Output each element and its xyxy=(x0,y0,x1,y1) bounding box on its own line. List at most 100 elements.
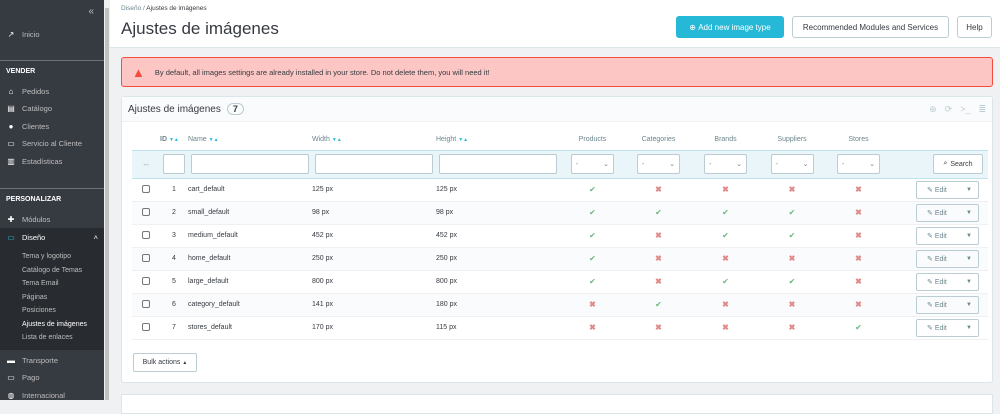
sidebar-item-transporte[interactable]: ▬ Transporte xyxy=(6,353,58,367)
submenu-item-5[interactable]: Ajustes de imágenes xyxy=(22,321,87,328)
sidebar-scrollbar[interactable] xyxy=(104,0,110,400)
edit-button[interactable]: ✎ Edit ▼ xyxy=(916,180,979,199)
refresh-icon[interactable]: ⟳ xyxy=(945,104,953,115)
filter-height-input[interactable] xyxy=(439,154,557,174)
caret-down-icon[interactable]: ▼ xyxy=(960,256,978,262)
search-button[interactable]: ⌕ Search xyxy=(933,154,983,174)
filter-categories-select[interactable]: - ⌄ xyxy=(637,154,680,174)
sidebar-item-diseno[interactable]: ▭ Diseño ˄ xyxy=(6,230,98,244)
row-checkbox[interactable] xyxy=(142,230,150,239)
caret-down-icon[interactable]: ▼ xyxy=(960,233,978,239)
sort-icon[interactable]: ▼▲ xyxy=(332,137,342,143)
cross-icon-suppliers[interactable]: ✖ xyxy=(789,185,796,194)
submenu-item-6[interactable]: Lista de enlaces xyxy=(22,334,73,341)
check-icon-products[interactable]: ✔ xyxy=(589,277,596,286)
breadcrumb-diseno[interactable]: Diseño xyxy=(121,5,141,12)
check-icon-products[interactable]: ✔ xyxy=(589,185,596,194)
cross-icon-suppliers[interactable]: ✖ xyxy=(789,300,796,309)
row-checkbox[interactable] xyxy=(142,184,150,193)
cross-icon-categories[interactable]: ✖ xyxy=(655,277,662,286)
label: Diseño xyxy=(22,232,46,242)
collapse-sidebar-icon[interactable]: « xyxy=(88,6,94,17)
sidebar-item-pago[interactable]: ▭ Pago xyxy=(6,371,39,385)
recommended-modules-button[interactable]: Recommended Modules and Services xyxy=(792,16,949,38)
cross-icon-stores[interactable]: ✖ xyxy=(855,254,862,263)
cross-icon-brands[interactable]: ✖ xyxy=(722,185,729,194)
cross-icon-products[interactable]: ✖ xyxy=(589,323,596,332)
sidebar-item-1[interactable]: ▤ Catálogo xyxy=(6,102,52,116)
sort-icon[interactable]: ▼▲ xyxy=(458,137,468,143)
row-checkbox[interactable] xyxy=(142,276,150,285)
check-icon-stores[interactable]: ✔ xyxy=(855,323,862,332)
filter-id-input[interactable] xyxy=(163,154,185,174)
check-icon-products[interactable]: ✔ xyxy=(589,254,596,263)
edit-button[interactable]: ✎ Edit ▼ xyxy=(916,226,979,245)
filter-width-input[interactable] xyxy=(315,154,433,174)
cross-icon-categories[interactable]: ✖ xyxy=(655,185,662,194)
terminal-icon[interactable]: >_ xyxy=(960,104,970,115)
cross-icon-stores[interactable]: ✖ xyxy=(855,300,862,309)
sidebar-item-0[interactable]: ⌂ Pedidos xyxy=(6,84,50,98)
check-icon-categories[interactable]: ✔ xyxy=(655,208,662,217)
cross-icon-stores[interactable]: ✖ xyxy=(855,185,862,194)
edit-button[interactable]: ✎ Edit ▼ xyxy=(916,272,979,291)
check-icon-brands[interactable]: ✔ xyxy=(722,208,729,217)
filter-products-select[interactable]: - ⌄ xyxy=(571,154,614,174)
filter-stores-select[interactable]: - ⌄ xyxy=(837,154,880,174)
caret-down-icon[interactable]: ▼ xyxy=(960,279,978,285)
cross-icon-brands[interactable]: ✖ xyxy=(722,254,729,263)
cross-icon-stores[interactable]: ✖ xyxy=(855,277,862,286)
sidebar-item-4[interactable]: ▥ Estadísticas xyxy=(6,154,62,168)
submenu-item-0[interactable]: Tema y logotipo xyxy=(22,253,71,260)
filter-name-input[interactable] xyxy=(191,154,309,174)
row-checkbox[interactable] xyxy=(142,253,150,262)
check-icon-brands[interactable]: ✔ xyxy=(722,277,729,286)
sidebar-item-inicio[interactable]: ↗ Inicio xyxy=(6,27,40,41)
check-icon-suppliers[interactable]: ✔ xyxy=(789,208,796,217)
sidebar-item-modulos[interactable]: ✚ Módulos xyxy=(6,212,51,226)
edit-button[interactable]: ✎ Edit ▼ xyxy=(916,295,979,314)
caret-down-icon[interactable]: ▼ xyxy=(960,325,978,331)
check-icon-suppliers[interactable]: ✔ xyxy=(789,231,796,240)
sort-icon[interactable]: ▼▲ xyxy=(169,137,179,143)
row-checkbox[interactable] xyxy=(142,299,150,308)
edit-button[interactable]: ✎ Edit ▼ xyxy=(916,318,979,337)
cross-icon-categories[interactable]: ✖ xyxy=(655,231,662,240)
check-icon-categories[interactable]: ✔ xyxy=(655,300,662,309)
check-icon-brands[interactable]: ✔ xyxy=(722,231,729,240)
caret-down-icon[interactable]: ▼ xyxy=(960,187,978,193)
cross-icon-brands[interactable]: ✖ xyxy=(722,323,729,332)
add-new-image-type-button[interactable]: ⊕ Add new image type xyxy=(676,16,784,38)
submenu-item-3[interactable]: Páginas xyxy=(22,294,47,301)
cross-icon-categories[interactable]: ✖ xyxy=(655,323,662,332)
submenu-item-4[interactable]: Posiciones xyxy=(22,307,56,314)
row-checkbox[interactable] xyxy=(142,207,150,216)
cross-icon-suppliers[interactable]: ✖ xyxy=(789,323,796,332)
edit-button[interactable]: ✎ Edit ▼ xyxy=(916,203,979,222)
cross-icon-suppliers[interactable]: ✖ xyxy=(789,254,796,263)
submenu-item-1[interactable]: Catálogo de Temas xyxy=(22,267,82,274)
cross-icon-categories[interactable]: ✖ xyxy=(655,254,662,263)
help-button[interactable]: Help xyxy=(957,16,992,38)
add-icon[interactable]: ⊕ xyxy=(929,104,937,115)
caret-down-icon[interactable]: ▼ xyxy=(960,210,978,216)
submenu-item-2[interactable]: Tema Email xyxy=(22,280,59,287)
cross-icon-stores[interactable]: ✖ xyxy=(855,208,862,217)
cross-icon-brands[interactable]: ✖ xyxy=(722,300,729,309)
sort-icon[interactable]: ▼▲ xyxy=(209,137,219,143)
filter-suppliers-select[interactable]: - ⌄ xyxy=(770,154,814,174)
sidebar-item-2[interactable]: ● Clientes xyxy=(6,119,50,133)
bulk-actions-button[interactable]: Bulk actions ▲ xyxy=(133,353,197,372)
cross-icon-stores[interactable]: ✖ xyxy=(855,231,862,240)
row-checkbox[interactable] xyxy=(142,322,150,331)
database-icon[interactable]: ≣ xyxy=(978,104,986,115)
edit-button[interactable]: ✎ Edit ▼ xyxy=(916,249,979,268)
filter-brands-select[interactable]: - ⌄ xyxy=(704,154,747,174)
caret-down-icon[interactable]: ▼ xyxy=(960,302,978,308)
cross-icon-products[interactable]: ✖ xyxy=(589,300,596,309)
sidebar-item-3[interactable]: ▭ Servicio al Cliente xyxy=(6,137,82,151)
check-icon-suppliers[interactable]: ✔ xyxy=(789,277,796,286)
section-vender: VENDER xyxy=(6,68,36,75)
check-icon-products[interactable]: ✔ xyxy=(589,208,596,217)
check-icon-products[interactable]: ✔ xyxy=(589,231,596,240)
